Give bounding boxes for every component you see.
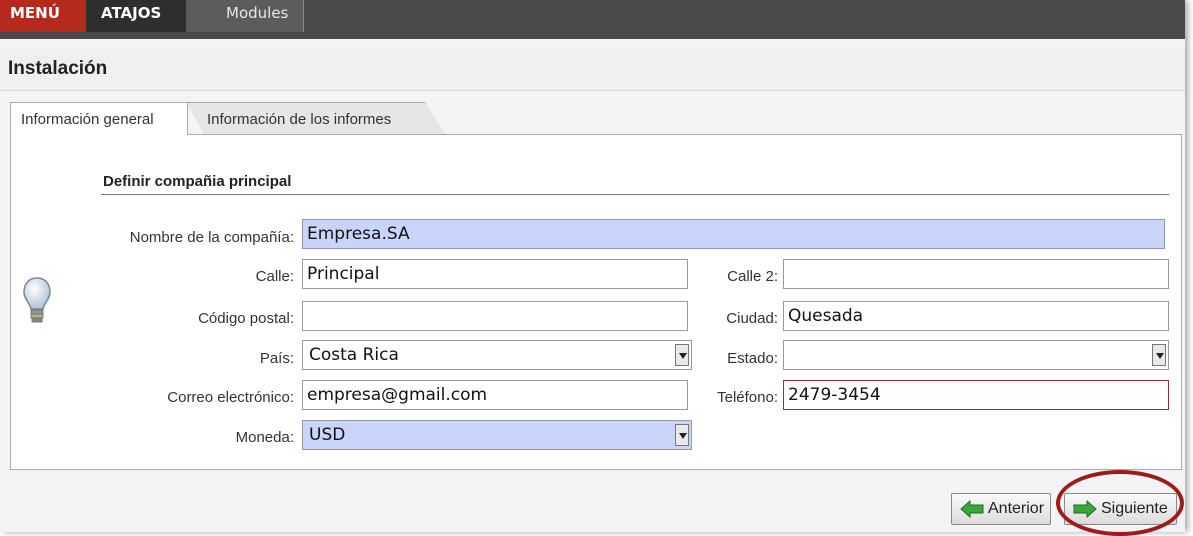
street-input[interactable]: Principal (302, 259, 688, 289)
tab-report-info[interactable]: Información de los informes (186, 102, 446, 135)
section-title: Definir compañia principal (103, 173, 292, 190)
street2-label: Calle 2: (727, 268, 778, 285)
app-window: MENÚ ATAJOS Modules Instalación Informac… (0, 0, 1185, 536)
tab-general-info[interactable]: Información general (10, 102, 188, 135)
menu-tab[interactable]: MENÚ (0, 0, 86, 32)
company-name-label: Nombre de la compañía: (129, 229, 294, 246)
email-input[interactable]: empresa@gmail.com (302, 380, 688, 410)
postal-code-input[interactable] (302, 301, 688, 331)
postal-code-label: Código postal: (198, 310, 294, 327)
country-select-value: Costa Rica (309, 345, 399, 365)
currency-select[interactable]: USD (302, 420, 692, 450)
country-label: País: (259, 350, 294, 367)
email-label: Correo electrónico: (167, 389, 294, 406)
page-title: Instalación (8, 58, 108, 79)
city-input[interactable]: Quesada (783, 301, 1169, 331)
phone-label: Teléfono: (717, 389, 778, 406)
country-select[interactable]: Costa Rica (302, 340, 692, 370)
street2-input[interactable] (783, 259, 1169, 289)
street-label: Calle: (255, 268, 294, 285)
lightbulb-icon (23, 277, 51, 323)
phone-input[interactable]: 2479-3454 (783, 380, 1169, 410)
currency-label: Moneda: (235, 429, 294, 446)
modules-tab[interactable]: Modules (186, 0, 304, 32)
title-bar: Instalación (0, 48, 1185, 91)
shortcuts-tab[interactable]: ATAJOS (86, 0, 212, 32)
company-name-input[interactable]: Empresa.SA (302, 219, 1165, 249)
currency-select-value: USD (309, 425, 346, 445)
previous-button-label: Anterior (988, 500, 1045, 517)
section-divider (101, 194, 1169, 195)
highlight-annotation-circle (1056, 470, 1184, 536)
chevron-down-icon[interactable] (1152, 344, 1166, 366)
chevron-down-icon[interactable] (675, 424, 689, 446)
top-navigation-bar: MENÚ ATAJOS Modules (0, 0, 1185, 39)
previous-button[interactable]: Anterior (951, 493, 1051, 525)
arrow-left-icon (960, 500, 984, 518)
state-label: Estado: (727, 350, 778, 367)
state-select[interactable] (783, 340, 1169, 370)
city-label: Ciudad: (726, 310, 778, 327)
